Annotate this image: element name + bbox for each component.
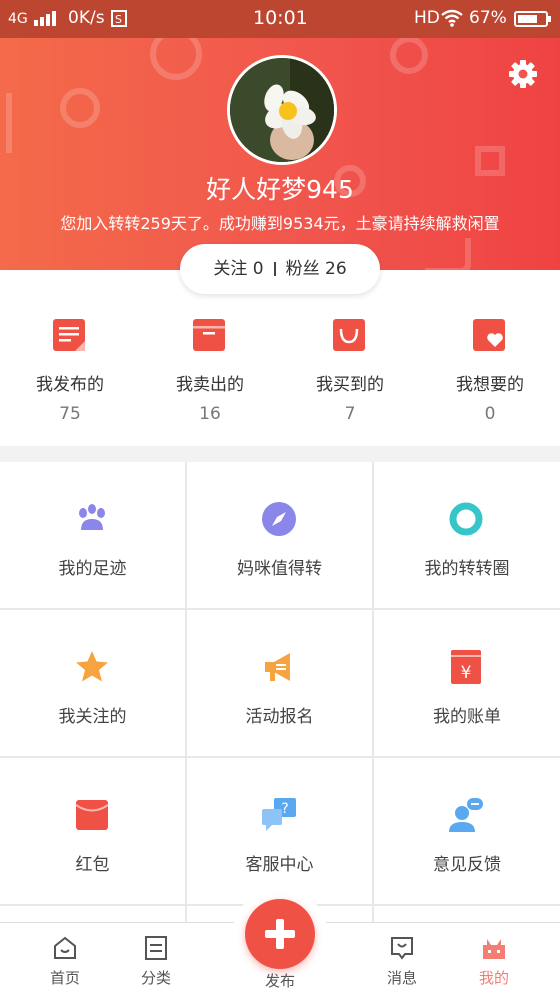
profile-header: 好人好梦945 您加入转转259天了。成功赚到9534元，土豪请持续解救闲置 <box>0 38 560 270</box>
network-type: 4G <box>8 11 28 27</box>
stat-label: 我发布的 <box>36 375 104 395</box>
shopping-bag-icon <box>333 319 365 351</box>
wifi-icon <box>441 9 463 27</box>
menu-label: 活动报名 <box>245 707 314 727</box>
tab-label: 分类 <box>140 969 171 987</box>
tab-label: 我的 <box>478 969 509 987</box>
menu-label: 意见反馈 <box>433 855 501 875</box>
signal-icon <box>34 11 56 26</box>
battery-level: 67% <box>469 8 507 28</box>
menu-label: 我的转转圈 <box>424 559 510 579</box>
network-speed: 0K/s <box>68 8 105 28</box>
feature-grid: 我的足迹 妈咪值得转 我的转转圈 我关注的 活动报名 ¥ 我的账单 红包 ? 客… <box>0 462 560 922</box>
decor-circle <box>60 88 100 128</box>
megaphone-icon <box>265 653 290 681</box>
menu-footprint[interactable]: 我的足迹 <box>0 462 185 608</box>
menu-customer-service[interactable]: ? 客服中心 <box>187 758 372 904</box>
clock: 10:01 <box>253 7 308 29</box>
tab-messages[interactable]: 消息 <box>362 923 442 997</box>
menu-following[interactable]: 我关注的 <box>0 610 185 756</box>
publish-button[interactable] <box>245 899 315 969</box>
follow-count: 0 <box>252 259 264 279</box>
avatar-flower-image <box>230 58 334 162</box>
heart-card-icon <box>473 319 505 351</box>
home-icon <box>54 936 76 959</box>
menu-label: 我的账单 <box>433 707 501 727</box>
stat-count: 0 <box>484 404 496 424</box>
menu-label: 我的足迹 <box>58 559 127 579</box>
svg-text:¥: ¥ <box>461 663 472 683</box>
decor-circle <box>390 38 428 74</box>
avatar[interactable] <box>227 55 337 165</box>
category-icon <box>145 936 167 960</box>
customer-service-icon: ? <box>262 798 296 831</box>
menu-feedback[interactable]: 意见反馈 <box>374 758 560 904</box>
follow-fans-pill[interactable]: 关注 0 粉丝 26 <box>180 244 380 294</box>
tab-label: 消息 <box>386 969 417 987</box>
stat-count: 16 <box>199 404 221 424</box>
menu-my-circle[interactable]: 我的转转圈 <box>374 462 560 608</box>
fans-count: 26 <box>325 259 347 279</box>
divider <box>273 262 276 276</box>
stat-label: 我买到的 <box>316 375 384 395</box>
row-edge <box>0 906 185 922</box>
decor-line <box>6 93 26 153</box>
mine-icon <box>483 939 505 959</box>
menu-event-signup[interactable]: 活动报名 <box>187 610 372 756</box>
nickname: 好人好梦945 <box>206 175 354 204</box>
follow-label: 关注 <box>213 259 248 279</box>
trade-stats: 我发布的 75 我卖出的 16 我买到的 7 我想要的 0 <box>0 270 560 446</box>
status-bar: 4G 0K/s S 10:01 HD 67% <box>0 0 560 38</box>
ring-icon <box>449 502 483 536</box>
compass-icon <box>262 502 296 536</box>
sim-card-icon: S <box>111 10 127 27</box>
paw-icon <box>79 504 105 530</box>
tab-home[interactable]: 首页 <box>25 923 105 997</box>
tab-mine[interactable]: 我的 <box>454 923 534 997</box>
join-summary: 您加入转转259天了。成功赚到9534元，土豪请持续解救闲置 <box>60 214 500 233</box>
row-edge <box>374 906 560 922</box>
menu-mommy-picks[interactable]: 妈咪值得转 <box>187 462 372 608</box>
published-icon <box>53 319 85 351</box>
menu-label: 妈咪值得转 <box>237 559 322 579</box>
stat-label: 我想要的 <box>456 375 524 395</box>
svg-text:S: S <box>115 13 122 26</box>
feedback-icon <box>449 798 483 832</box>
menu-red-packet[interactable]: 红包 <box>0 758 185 904</box>
menu-label: 客服中心 <box>245 855 314 875</box>
fans-label: 粉丝 <box>285 259 320 279</box>
stat-count: 7 <box>344 404 356 424</box>
message-icon <box>391 937 413 960</box>
hd-indicator: HD <box>414 8 440 28</box>
svg-text:?: ? <box>281 801 288 817</box>
sold-box-icon <box>193 319 225 351</box>
tab-category[interactable]: 分类 <box>116 923 196 997</box>
tab-label: 首页 <box>49 969 80 987</box>
publish-label: 发布 <box>264 972 295 990</box>
battery-icon <box>514 11 551 27</box>
bill-icon: ¥ <box>451 650 481 684</box>
settings-gear-icon[interactable] <box>508 59 538 89</box>
decor-circle <box>150 38 202 80</box>
menu-bill[interactable]: ¥ 我的账单 <box>374 610 560 756</box>
stat-count: 75 <box>59 404 81 424</box>
menu-label: 红包 <box>75 855 110 875</box>
stat-label: 我卖出的 <box>176 375 244 395</box>
red-packet-icon <box>75 800 109 830</box>
star-icon <box>76 651 108 682</box>
decor-curve <box>425 238 471 270</box>
menu-label: 我关注的 <box>58 707 127 727</box>
publish-plus-icon <box>265 919 295 949</box>
